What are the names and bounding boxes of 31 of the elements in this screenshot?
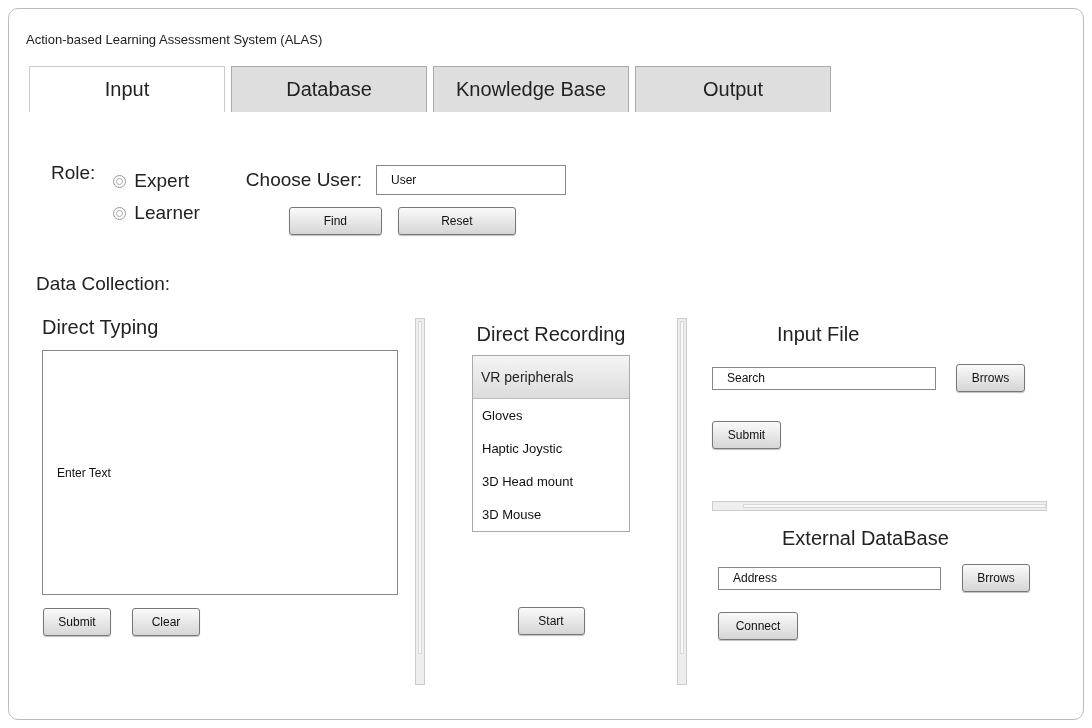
browse-button[interactable]: Brrows [956,364,1025,392]
text-area[interactable]: Enter Text [42,350,398,595]
radio-label: Expert [134,170,190,192]
section-heading: Input File [777,323,860,345]
tab[interactable]: Database [231,66,427,112]
connect-button[interactable]: Connect [718,612,798,640]
clear-button[interactable]: Clear [132,608,200,636]
section-heading: Direct Recording [476,323,626,345]
reset-button[interactable]: Reset [397,207,516,235]
radio-label: Learner [134,202,200,224]
address-field[interactable]: Address [718,566,941,590]
tab[interactable]: Knowledge Base [433,66,629,112]
choose-user-label: Choose User: [245,169,363,191]
splitter[interactable] [677,318,687,685]
section-heading: External DataBase [782,527,949,549]
submit-button[interactable]: Submit [712,421,781,449]
start-button[interactable]: Start [517,607,585,635]
browse-button[interactable]: Brrows [962,564,1030,592]
data-collection-label: Data Collection: [36,273,171,295]
find-button[interactable]: Find [288,207,382,235]
section-heading: Direct Typing [42,316,159,338]
file-path-field[interactable]: Search [712,366,936,390]
tab[interactable]: Input [29,66,225,112]
tab[interactable]: Output [635,66,831,112]
submit-button[interactable]: Submit [43,608,111,636]
user-field[interactable]: User [376,165,567,195]
splitter[interactable] [712,501,1047,511]
role-label: Role: [51,162,96,185]
window-title: Action-based Learning Assessment System (ALAS) [26,32,323,47]
list-header: VR peripherals [473,356,629,399]
splitter[interactable] [415,318,425,685]
